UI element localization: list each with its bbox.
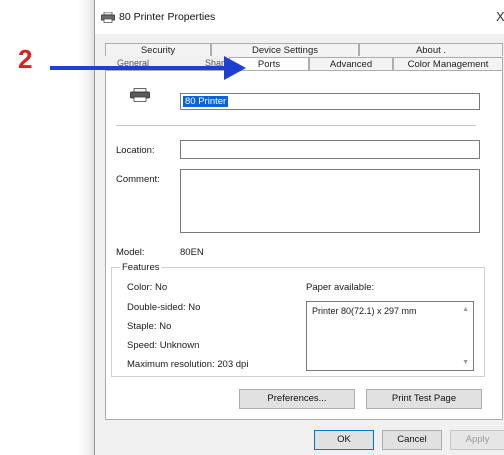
features-legend: Features [120, 262, 162, 273]
paper-available-list[interactable]: Printer 80(72.1) x 297 mm ▲ ▼ [306, 301, 474, 371]
tab-advanced[interactable]: Advanced [309, 57, 393, 70]
printer-properties-window: 80 Printer Properties X Security Device … [94, 0, 504, 455]
tab-device-settings[interactable]: Device Settings [211, 43, 359, 56]
scroll-up-icon[interactable]: ▲ [462, 306, 469, 313]
model-label: Model: [116, 247, 145, 258]
printer-name-input[interactable]: 80 Printer [180, 93, 480, 110]
model-value: 80EN [180, 247, 204, 258]
scroll-down-icon[interactable]: ▼ [462, 359, 469, 366]
print-test-page-button[interactable]: Print Test Page [366, 389, 482, 409]
comment-textarea[interactable] [180, 169, 480, 233]
close-icon[interactable]: X [496, 9, 504, 24]
list-item[interactable]: Printer 80(72.1) x 297 mm [312, 306, 417, 316]
location-label: Location: [116, 145, 155, 156]
comment-label: Comment: [116, 174, 160, 185]
annotation-step-number: 2 [18, 44, 33, 74]
separator [116, 125, 476, 126]
tab-general[interactable]: General [117, 58, 149, 68]
feature-staple: Staple: No [127, 321, 172, 332]
feature-max-resolution: Maximum resolution: 203 dpi [127, 359, 249, 370]
ok-button[interactable]: OK [314, 430, 374, 450]
tab-security[interactable]: Security [105, 43, 211, 56]
location-input[interactable] [180, 140, 480, 159]
preferences-button[interactable]: Preferences... [239, 389, 355, 409]
general-tab-panel: 80 Printer Location: Comment: Model: 80E… [105, 70, 503, 420]
paper-available-label: Paper available: [306, 282, 375, 293]
tab-color-management[interactable]: Color Management [393, 57, 503, 70]
feature-color: Color: No [127, 282, 168, 293]
cancel-button[interactable]: Cancel [382, 430, 442, 450]
feature-speed: Speed: Unknown [127, 340, 200, 351]
tab-ports[interactable]: Ports [229, 57, 309, 70]
tab-about[interactable]: About . [359, 43, 503, 56]
apply-button[interactable]: Apply [450, 430, 504, 450]
printer-large-icon [130, 88, 150, 102]
printer-icon [101, 12, 115, 23]
window-title: 80 Printer Properties [119, 11, 216, 23]
title-bar: 80 Printer Properties X [95, 0, 504, 34]
printer-name-text: 80 Printer [183, 96, 229, 107]
feature-double-sided: Double-sided: No [127, 302, 201, 313]
features-group: Features Color: No Double-sided: No Stap… [111, 262, 485, 377]
